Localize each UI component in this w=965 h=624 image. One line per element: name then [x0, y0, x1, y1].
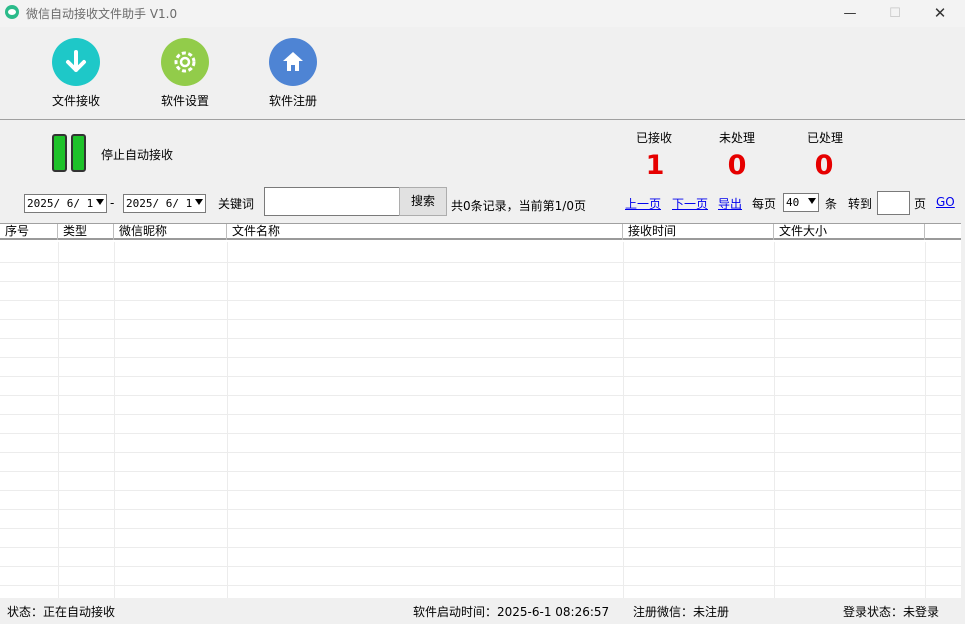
pause-bar-left	[52, 134, 67, 172]
page-unit: 页	[914, 197, 927, 211]
grid-column-line	[227, 242, 228, 598]
software-settings-label: 软件设置	[160, 94, 209, 108]
table-header: 序号 类型 微信昵称 文件名称 接收时间 文件大小	[0, 224, 961, 240]
processed-label: 已处理	[807, 131, 844, 145]
grid-row-line	[0, 376, 961, 377]
grid-row-line	[0, 471, 961, 472]
unprocessed-label: 未处理	[719, 131, 756, 145]
grid-row-line	[0, 395, 961, 396]
start-time-text: 软件启动时间：2025-6-1 08:26:57	[413, 605, 610, 619]
start-date-picker[interactable]: 2025/ 6/ 1	[24, 194, 107, 213]
grid-row-line	[0, 319, 961, 320]
software-register-label: 软件注册	[268, 94, 317, 108]
per-page-value: 40	[786, 196, 800, 209]
grid-row-line	[0, 566, 961, 567]
processed-count: 0	[814, 150, 834, 181]
date-range-dash: -	[110, 196, 115, 210]
next-page-link[interactable]: 下一页	[672, 195, 708, 212]
window-title: 微信自动接收文件助手 V1.0	[26, 7, 178, 21]
toolbar: 文件接收 软件设置 软件注册	[0, 27, 965, 120]
close-button[interactable]: ✕	[917, 0, 963, 27]
column-header-filename[interactable]: 文件名称	[227, 224, 623, 240]
chevron-down-icon	[195, 199, 203, 205]
received-count: 1	[645, 150, 665, 181]
status-bar: 状态：正在自动接收 软件启动时间：2025-6-1 08:26:57 注册微信：…	[0, 598, 965, 624]
home-icon	[269, 38, 317, 86]
wechat-app-icon	[5, 5, 19, 19]
grid-row-line	[0, 585, 961, 586]
grid-row-line	[0, 490, 961, 491]
login-status-text: 登录状态：未登录	[843, 605, 940, 619]
grid-row-line	[0, 547, 961, 548]
unprocessed-count: 0	[727, 150, 747, 181]
receive-files-button[interactable]: 文件接收	[36, 38, 116, 109]
grid-column-line	[114, 242, 115, 598]
keyword-input[interactable]	[264, 187, 400, 216]
grid-row-line	[0, 262, 961, 263]
grid-row-line	[0, 300, 961, 301]
end-date-value: 2025/ 6/ 1	[126, 197, 193, 210]
record-info: 共0条记录，当前第1/0页	[451, 199, 586, 213]
grid-row-line	[0, 338, 961, 339]
column-header-file-size[interactable]: 文件大小	[774, 224, 925, 240]
column-header-type[interactable]: 类型	[58, 224, 114, 240]
per-page-select[interactable]: 40	[783, 193, 819, 212]
search-button[interactable]: 搜索	[399, 187, 447, 216]
software-settings-button[interactable]: 软件设置	[145, 38, 225, 109]
end-date-picker[interactable]: 2025/ 6/ 1	[123, 194, 206, 213]
export-link[interactable]: 导出	[718, 195, 742, 212]
maximize-button[interactable]: ☐	[872, 0, 918, 27]
chevron-down-icon	[808, 198, 816, 204]
grid-column-line	[623, 242, 624, 598]
stop-auto-receive-label[interactable]: 停止自动接收	[101, 146, 173, 163]
grid-row-line	[0, 357, 961, 358]
grid-row-line	[0, 414, 961, 415]
per-page-unit: 条	[825, 197, 838, 211]
grid-row-line	[0, 452, 961, 453]
column-header-received-time[interactable]: 接收时间	[623, 224, 774, 240]
grid-row-line	[0, 528, 961, 529]
software-register-button[interactable]: 软件注册	[253, 38, 333, 109]
column-header-index[interactable]: 序号	[0, 224, 58, 240]
grid-row-line	[0, 433, 961, 434]
grid-column-line	[925, 242, 926, 598]
column-header-nickname[interactable]: 微信昵称	[114, 224, 227, 240]
title-bar: 微信自动接收文件助手 V1.0 — ☐ ✕	[0, 0, 965, 27]
registered-wechat-text: 注册微信：未注册	[633, 605, 730, 619]
minimize-button[interactable]: —	[827, 0, 873, 27]
pause-icon[interactable]	[52, 134, 88, 172]
status-text: 状态：正在自动接收	[7, 605, 116, 619]
grid-column-line	[774, 242, 775, 598]
chevron-down-icon	[96, 199, 104, 205]
grid-column-line	[58, 242, 59, 598]
goto-label: 转到	[848, 197, 873, 211]
receive-files-label: 文件接收	[51, 94, 100, 108]
keyword-label: 关键词	[218, 197, 255, 211]
grid-row-line	[0, 281, 961, 282]
start-date-value: 2025/ 6/ 1	[27, 197, 94, 210]
per-page-label: 每页	[752, 197, 777, 211]
grid-row-line	[0, 509, 961, 510]
go-link[interactable]: GO	[936, 195, 955, 209]
prev-page-link[interactable]: 上一页	[625, 195, 661, 212]
pause-bar-right	[71, 134, 86, 172]
goto-page-input[interactable]	[877, 191, 910, 215]
file-table[interactable]: 序号 类型 微信昵称 文件名称 接收时间 文件大小	[0, 223, 961, 598]
download-arrow-icon	[52, 38, 100, 86]
gear-icon	[161, 38, 209, 86]
received-label: 已接收	[636, 131, 673, 145]
